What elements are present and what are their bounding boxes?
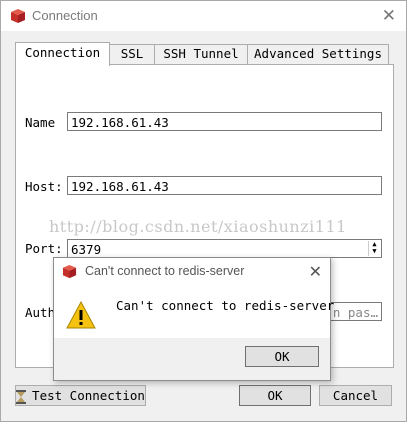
redis-cube-icon — [11, 9, 25, 23]
name-label: Name — [25, 115, 56, 130]
cancel-button[interactable]: Cancel — [319, 385, 392, 406]
redis-cube-icon — [62, 264, 77, 279]
host-label: Host: — [25, 179, 63, 194]
dialog-close-icon[interactable]: ✕ — [309, 262, 322, 281]
test-connection-button[interactable]: Test Connection — [15, 385, 146, 406]
dialog-message: Can't connect to redis-server — [116, 298, 335, 313]
port-value: 6379 — [71, 242, 102, 257]
host-field[interactable]: 192.168.61.43 — [67, 176, 382, 195]
dialog-title-bar: Can't connect to redis-server ✕ — [54, 258, 330, 286]
hourglass-icon — [16, 389, 27, 404]
tab-ssl[interactable]: SSL — [109, 44, 155, 64]
name-field[interactable]: 192.168.61.43 — [67, 112, 382, 131]
watermark-text: http://blog.csdn.net/xiaoshunzi111 — [49, 217, 347, 236]
error-dialog: Can't connect to redis-server ✕ Can't co… — [53, 257, 334, 381]
port-stepper[interactable]: 6379 ▲ ▼ — [67, 239, 382, 258]
dialog-body: Can't connect to redis-server — [54, 286, 334, 338]
port-label: Port: — [25, 241, 63, 256]
ok-button[interactable]: OK — [239, 385, 311, 406]
warning-icon — [66, 301, 96, 329]
title-bar: Connection ✕ — [1, 1, 406, 31]
test-connection-label: Test Connection — [32, 388, 145, 403]
tab-advanced-settings[interactable]: Advanced Settings — [247, 44, 389, 64]
port-spin-arrows-icon[interactable]: ▲ ▼ — [368, 241, 380, 256]
dialog-title: Can't connect to redis-server — [85, 264, 245, 278]
tab-connection[interactable]: Connection — [15, 42, 110, 66]
auth-label: Auth — [25, 305, 56, 320]
dialog-ok-button[interactable]: OK — [245, 346, 319, 367]
window-title: Connection — [32, 8, 98, 23]
tab-ssh-tunnel[interactable]: SSH Tunnel — [154, 44, 248, 64]
close-icon[interactable]: ✕ — [382, 6, 396, 26]
